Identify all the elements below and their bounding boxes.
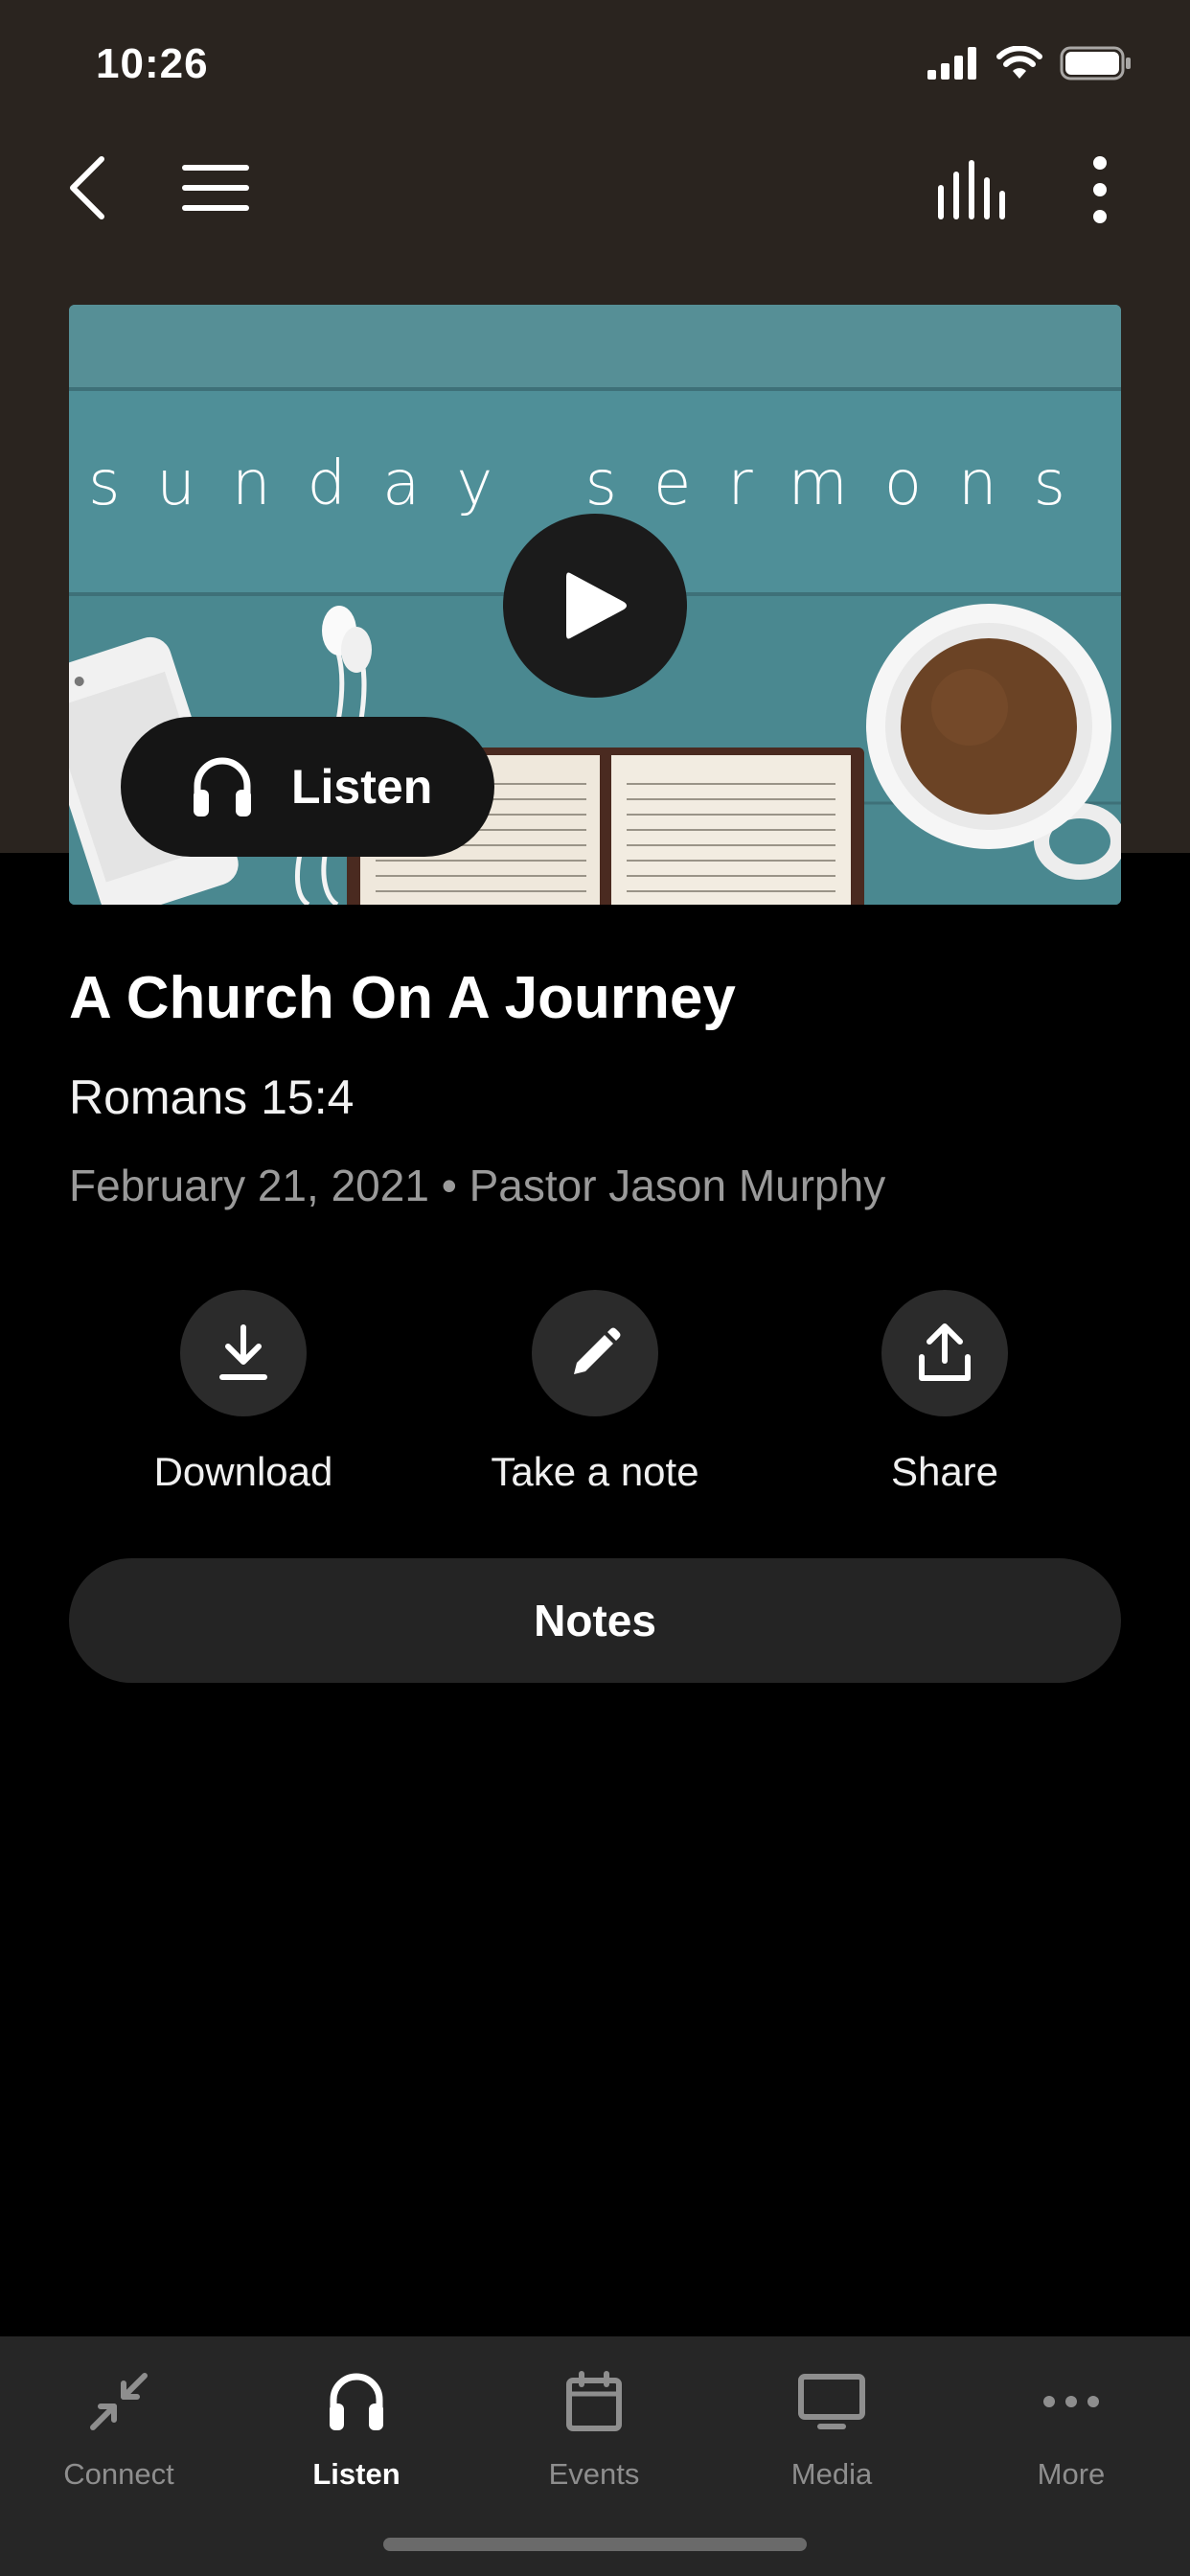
share-circle[interactable] xyxy=(881,1290,1008,1416)
more-dots-icon xyxy=(1043,2396,1099,2407)
share-icon xyxy=(919,1323,971,1381)
tab-events[interactable]: Events xyxy=(475,2356,713,2492)
download-icon xyxy=(219,1324,267,1380)
meta-separator: • xyxy=(441,1161,457,1210)
tab-media[interactable]: Media xyxy=(713,2356,950,2492)
tab-label: Connect xyxy=(63,2457,174,2491)
tab-label: Events xyxy=(548,2457,640,2491)
sermon-date: February 21, 2021 xyxy=(69,1161,429,1210)
sermon-meta: February 21, 2021 • Pastor Jason Murphy xyxy=(69,1160,885,1211)
listen-label: Listen xyxy=(291,760,433,814)
download-circle[interactable] xyxy=(180,1290,307,1416)
monitor-icon xyxy=(798,2374,865,2429)
sermon-speaker: Pastor Jason Murphy xyxy=(469,1161,886,1210)
sermon-scripture: Romans 15:4 xyxy=(69,1070,355,1124)
battery-icon xyxy=(1060,46,1131,80)
artwork-caption: sunday sermons xyxy=(88,448,1102,519)
play-icon xyxy=(566,572,627,639)
download-label: Download xyxy=(153,1449,333,1494)
take-note-circle[interactable] xyxy=(532,1290,658,1416)
signal-icon xyxy=(927,47,976,80)
back-icon[interactable] xyxy=(63,153,117,222)
status-time: 10:26 xyxy=(96,40,209,87)
take-note-label: Take a note xyxy=(491,1449,699,1494)
tab-listen[interactable]: Listen xyxy=(238,2356,475,2492)
wifi-icon xyxy=(996,46,1042,79)
share-button[interactable]: Share xyxy=(801,1290,1088,1495)
tab-connect[interactable]: Connect xyxy=(0,2356,238,2492)
play-button[interactable] xyxy=(503,514,687,698)
audio-levels-icon[interactable] xyxy=(935,159,1008,220)
share-label: Share xyxy=(890,1449,999,1494)
pencil-icon xyxy=(574,1327,621,1374)
notes-button[interactable]: Notes xyxy=(69,1558,1121,1683)
take-note-button[interactable]: Take a note xyxy=(451,1290,739,1495)
tab-label: More xyxy=(1037,2457,1106,2491)
hamburger-menu-icon[interactable] xyxy=(182,163,249,213)
listen-button[interactable]: Listen xyxy=(121,717,494,857)
tab-more[interactable]: More xyxy=(952,2356,1190,2492)
calendar-icon xyxy=(566,2371,622,2431)
more-vertical-icon[interactable] xyxy=(1083,155,1117,224)
download-button[interactable]: Download xyxy=(100,1290,387,1495)
sermon-artwork: sunday sermons Listen xyxy=(69,305,1121,905)
connect-icon xyxy=(90,2373,148,2430)
tab-label: Listen xyxy=(312,2457,400,2491)
home-indicator xyxy=(383,2538,807,2551)
headphones-icon xyxy=(330,2373,383,2430)
sermon-title: A Church On A Journey xyxy=(69,965,736,1031)
tab-label: Media xyxy=(790,2457,873,2491)
status-icons xyxy=(927,46,1133,80)
headphones-icon xyxy=(194,757,251,816)
